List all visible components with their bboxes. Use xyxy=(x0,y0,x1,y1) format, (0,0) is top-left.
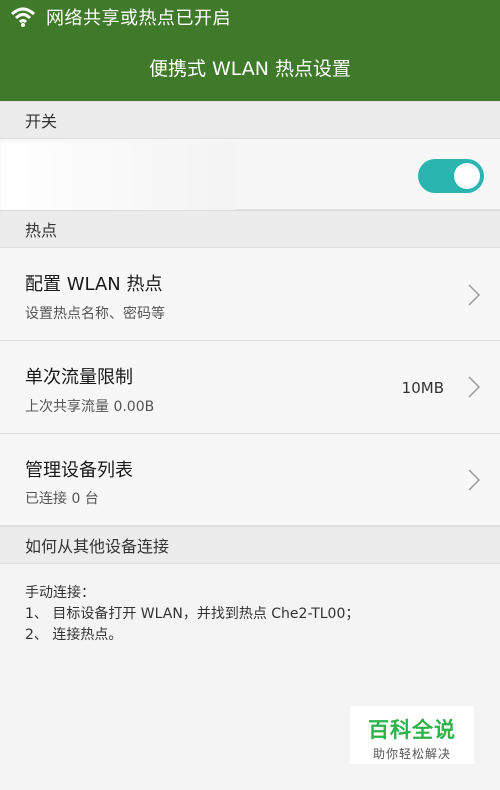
traffic-limit-value: 10MB xyxy=(401,379,444,397)
section-header-hotspot: 热点 xyxy=(0,210,500,248)
watermark-logo: 百科全说 xyxy=(368,718,456,742)
status-message: 网络共享或热点已开启 xyxy=(46,8,231,29)
status-bar: 网络共享或热点已开启 xyxy=(0,0,500,34)
row-configure-hotspot[interactable]: 配置 WLAN 热点 设置热点名称、密码等 xyxy=(0,248,500,341)
chevron-right-icon xyxy=(468,284,480,306)
row-subtitle: 已连接 0 台 xyxy=(25,491,99,507)
row-title: 管理设备列表 xyxy=(25,460,133,481)
watermark: 百科全说 助你轻松解决 xyxy=(350,706,474,764)
row-subtitle: 上次共享流量 0.00B xyxy=(25,399,155,415)
chevron-right-icon xyxy=(468,469,480,491)
row-device-list[interactable]: 管理设备列表 已连接 0 台 xyxy=(0,434,500,526)
section-header-switch: 开关 xyxy=(0,101,500,139)
help-text: 手动连接： 1、 目标设备打开 WLAN，并找到热点 Che2-TL00； 2、… xyxy=(25,583,485,646)
wifi-hotspot-icon xyxy=(10,7,36,27)
hotspot-toggle[interactable] xyxy=(418,159,484,193)
section-header-how-to-connect: 如何从其他设备连接 xyxy=(0,526,500,564)
row-traffic-limit[interactable]: 单次流量限制 上次共享流量 0.00B 10MB xyxy=(0,341,500,434)
chevron-right-icon xyxy=(468,376,480,398)
toggle-knob xyxy=(454,163,480,189)
row-title: 单次流量限制 xyxy=(25,367,133,388)
watermark-slogan: 助你轻松解决 xyxy=(372,747,451,761)
help-step-1: 1、 目标设备打开 WLAN，并找到热点 Che2-TL00； xyxy=(25,606,360,622)
help-heading: 手动连接： xyxy=(25,585,95,601)
page-title: 便携式 WLAN 热点设置 xyxy=(0,34,500,101)
row-title: 配置 WLAN 热点 xyxy=(25,274,163,295)
help-step-2: 2、 连接热点。 xyxy=(25,627,123,643)
blurred-hotspot-name xyxy=(0,142,236,220)
row-subtitle: 设置热点名称、密码等 xyxy=(25,306,165,322)
